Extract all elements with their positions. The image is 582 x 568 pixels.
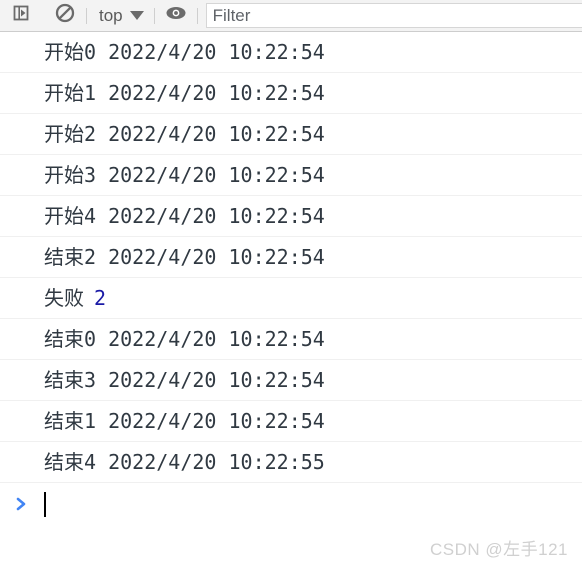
step-execute-icon bbox=[11, 3, 31, 28]
console-message-row[interactable]: 结束4 2022/4/20 10:22:55 bbox=[0, 442, 582, 483]
console-panel: top 开始0 2022/4/20 10:22:54 开始1 2022/4/20… bbox=[0, 0, 582, 568]
filter-container bbox=[205, 3, 582, 29]
console-message-row[interactable]: 开始2 2022/4/20 10:22:54 bbox=[0, 114, 582, 155]
console-message-text: 开始3 2022/4/20 10:22:54 bbox=[44, 163, 325, 187]
clear-console-icon bbox=[54, 2, 76, 29]
console-message-row[interactable]: 开始1 2022/4/20 10:22:54 bbox=[0, 73, 582, 114]
console-toolbar: top bbox=[0, 0, 582, 32]
console-message-row[interactable]: 开始3 2022/4/20 10:22:54 bbox=[0, 155, 582, 196]
console-prompt-row[interactable] bbox=[0, 483, 582, 525]
console-message-text: 开始2 2022/4/20 10:22:54 bbox=[44, 122, 325, 146]
live-expression-button[interactable] bbox=[161, 3, 191, 29]
execution-context-label: top bbox=[99, 6, 123, 25]
chevron-down-icon bbox=[129, 11, 144, 20]
console-message-list: 开始0 2022/4/20 10:22:54 开始1 2022/4/20 10:… bbox=[0, 32, 582, 483]
console-message-text: 开始4 2022/4/20 10:22:54 bbox=[44, 204, 325, 228]
toolbar-divider-2 bbox=[153, 7, 155, 24]
toolbar-divider-3 bbox=[196, 7, 198, 24]
console-prompt-input[interactable] bbox=[44, 491, 582, 517]
console-message-row[interactable]: 失败 2 bbox=[0, 278, 582, 319]
console-message-row[interactable]: 开始4 2022/4/20 10:22:54 bbox=[0, 196, 582, 237]
console-message-text: 结束4 2022/4/20 10:22:55 bbox=[44, 450, 325, 474]
execution-context-selector[interactable]: top bbox=[93, 4, 148, 28]
eye-icon bbox=[164, 4, 188, 27]
console-message-row[interactable]: 结束2 2022/4/20 10:22:54 bbox=[0, 237, 582, 278]
console-message-text: 结束2 2022/4/20 10:22:54 bbox=[44, 245, 325, 269]
console-message-number: 2 bbox=[94, 286, 107, 310]
console-message-text: 开始0 2022/4/20 10:22:54 bbox=[44, 40, 325, 64]
filter-input[interactable] bbox=[205, 3, 582, 28]
chevron-right-icon bbox=[14, 496, 30, 512]
console-message-row[interactable]: 开始0 2022/4/20 10:22:54 bbox=[0, 32, 582, 73]
console-message-text: 失败 bbox=[44, 286, 84, 310]
watermark-text: CSDN @左手121 bbox=[429, 540, 568, 559]
console-message-text: 结束3 2022/4/20 10:22:54 bbox=[44, 368, 325, 392]
toolbar-divider-1 bbox=[86, 7, 87, 24]
console-message-text: 结束1 2022/4/20 10:22:54 bbox=[44, 409, 325, 433]
console-message-text: 结束0 2022/4/20 10:22:54 bbox=[44, 327, 325, 351]
execute-button[interactable] bbox=[6, 3, 36, 29]
clear-console-button[interactable] bbox=[50, 3, 80, 29]
console-message-text: 开始1 2022/4/20 10:22:54 bbox=[44, 81, 325, 105]
console-message-row[interactable]: 结束0 2022/4/20 10:22:54 bbox=[0, 319, 582, 360]
console-message-row[interactable]: 结束3 2022/4/20 10:22:54 bbox=[0, 360, 582, 401]
text-caret bbox=[44, 491, 46, 517]
console-message-row[interactable]: 结束1 2022/4/20 10:22:54 bbox=[0, 401, 582, 442]
